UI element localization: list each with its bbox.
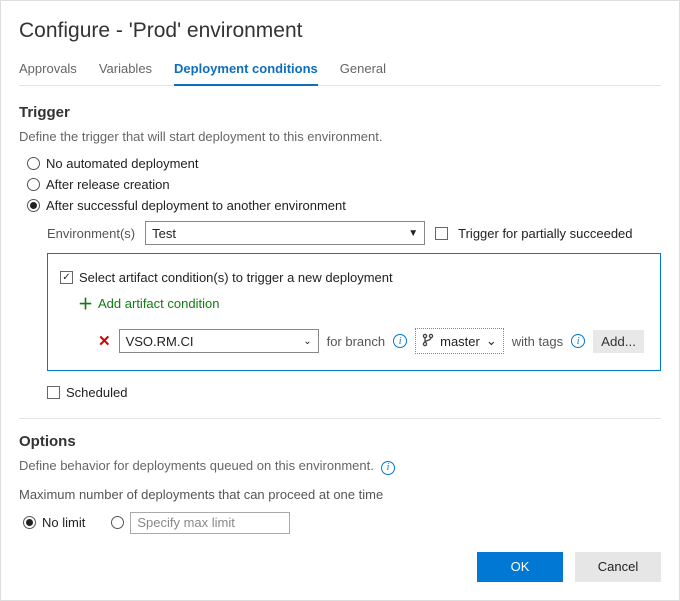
radio-icon xyxy=(23,516,36,529)
radio-icon xyxy=(27,157,40,170)
ok-button[interactable]: OK xyxy=(477,552,563,582)
add-tags-button[interactable]: Add... xyxy=(593,330,644,353)
radio-icon xyxy=(27,199,40,212)
tab-deployment-conditions[interactable]: Deployment conditions xyxy=(174,57,318,86)
tab-bar: Approvals Variables Deployment condition… xyxy=(19,57,661,86)
chevron-down-icon: ▼ xyxy=(408,228,418,239)
specify-limit-input[interactable]: Specify max limit xyxy=(130,512,290,534)
with-tags-label: with tags xyxy=(512,334,563,349)
scheduled-checkbox[interactable] xyxy=(47,386,60,399)
select-artifact-row[interactable]: Select artifact condition(s) to trigger … xyxy=(60,270,648,285)
trigger-header: Trigger xyxy=(19,104,661,121)
radio-icon xyxy=(111,516,124,529)
branch-icon xyxy=(422,333,434,350)
add-artifact-label: Add artifact condition xyxy=(98,296,219,311)
trigger-partial-label: Trigger for partially succeeded xyxy=(458,226,632,241)
branch-value: master xyxy=(440,334,480,349)
plus-icon: ＋ xyxy=(78,293,93,314)
radio-specify-limit[interactable]: Specify max limit xyxy=(111,512,290,534)
dialog-buttons: OK Cancel xyxy=(19,552,661,582)
radio-after-success[interactable]: After successful deployment to another e… xyxy=(27,198,661,213)
artifact-condition-row: ✕ VSO.RM.CI ⌄ for branch i master ⌄ with… xyxy=(98,328,648,354)
info-icon[interactable]: i xyxy=(571,334,585,348)
scheduled-row[interactable]: Scheduled xyxy=(47,385,661,400)
artifact-source-dropdown[interactable]: VSO.RM.CI ⌄ xyxy=(119,329,319,353)
select-artifact-label: Select artifact condition(s) to trigger … xyxy=(79,270,393,285)
environments-row: Environment(s) Test ▼ Trigger for partia… xyxy=(47,221,661,245)
for-branch-label: for branch xyxy=(327,334,386,349)
configure-dialog: Configure - 'Prod' environment Approvals… xyxy=(0,0,680,601)
env-label: Environment(s) xyxy=(47,226,135,241)
max-deployments-row: No limit Specify max limit xyxy=(23,512,661,534)
radio-icon xyxy=(27,178,40,191)
info-icon[interactable]: i xyxy=(381,461,395,475)
dialog-title: Configure - 'Prod' environment xyxy=(19,19,661,43)
radio-no-limit[interactable]: No limit xyxy=(23,515,85,530)
add-artifact-condition[interactable]: ＋ Add artifact condition xyxy=(78,293,648,314)
artifact-condition-box: Select artifact condition(s) to trigger … xyxy=(47,253,661,371)
specify-placeholder: Specify max limit xyxy=(137,515,235,530)
select-artifact-checkbox[interactable] xyxy=(60,271,73,284)
radio-no-automated[interactable]: No automated deployment xyxy=(27,156,661,171)
branch-picker[interactable]: master ⌄ xyxy=(415,328,504,354)
scheduled-label: Scheduled xyxy=(66,385,127,400)
tab-general[interactable]: General xyxy=(340,57,386,85)
options-desc: Define behavior for deployments queued o… xyxy=(19,458,661,475)
radio-after-release[interactable]: After release creation xyxy=(27,177,661,192)
info-icon[interactable]: i xyxy=(393,334,407,348)
artifact-source-value: VSO.RM.CI xyxy=(126,334,194,349)
tab-variables[interactable]: Variables xyxy=(99,57,152,85)
tab-approvals[interactable]: Approvals xyxy=(19,57,77,85)
env-dropdown[interactable]: Test ▼ xyxy=(145,221,425,245)
radio-label: After successful deployment to another e… xyxy=(46,198,346,213)
chevron-down-icon: ⌄ xyxy=(486,333,497,349)
trigger-partial-checkbox[interactable] xyxy=(435,227,448,240)
remove-condition-icon[interactable]: ✕ xyxy=(98,332,111,350)
options-header: Options xyxy=(19,418,661,450)
chevron-down-icon: ⌄ xyxy=(303,336,311,347)
trigger-desc: Define the trigger that will start deplo… xyxy=(19,129,661,144)
options-desc-text: Define behavior for deployments queued o… xyxy=(19,458,374,473)
radio-label: After release creation xyxy=(46,177,170,192)
no-limit-label: No limit xyxy=(42,515,85,530)
radio-label: No automated deployment xyxy=(46,156,198,171)
cancel-button[interactable]: Cancel xyxy=(575,552,661,582)
max-label: Maximum number of deployments that can p… xyxy=(19,487,661,502)
env-value: Test xyxy=(152,226,176,241)
